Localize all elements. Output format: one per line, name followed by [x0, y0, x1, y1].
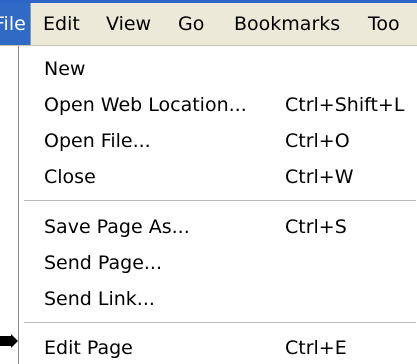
menu-go-label: Go — [178, 13, 205, 35]
application-window: File Edit View Go Bookmarks Too New Open… — [0, 0, 417, 364]
menu-separator — [24, 322, 416, 323]
menu-item-label: New — [44, 58, 86, 80]
menu-item-label: Save Page As... — [44, 216, 190, 238]
menu-item-label: Open File... — [44, 130, 151, 152]
menu-item-send-page[interactable]: Send Page... — [19, 245, 417, 281]
menu-bar: File Edit View Go Bookmarks Too — [0, 3, 417, 46]
menu-bookmarks[interactable]: Bookmarks — [234, 3, 340, 45]
menu-item-shortcut: Ctrl+W — [285, 166, 354, 188]
menu-item-shortcut: Ctrl+S — [285, 216, 347, 238]
menu-separator — [24, 200, 416, 201]
menu-item-label: Edit Page — [44, 337, 133, 359]
menu-file-label: File — [0, 13, 26, 35]
menu-bookmarks-label: Bookmarks — [234, 13, 341, 35]
file-menu-dropdown: New Open Web Location... Ctrl+Shift+L Op… — [18, 46, 417, 364]
menu-item-send-link[interactable]: Send Link... — [19, 281, 417, 317]
menu-item-open-file[interactable]: Open File... Ctrl+O — [19, 123, 417, 159]
menu-item-close[interactable]: Close Ctrl+W — [19, 159, 417, 195]
menu-item-save-page-as[interactable]: Save Page As... Ctrl+S — [19, 209, 417, 245]
menu-item-label: Open Web Location... — [44, 94, 247, 116]
menu-view[interactable]: View — [106, 3, 151, 45]
menu-item-label: Send Link... — [44, 288, 155, 310]
menu-item-edit-page[interactable]: Edit Page Ctrl+E — [19, 330, 417, 364]
menu-tools[interactable]: Too — [368, 3, 400, 45]
menu-tools-label: Too — [368, 13, 400, 35]
menu-item-label: Send Page... — [44, 252, 163, 274]
arrow-icon — [0, 334, 18, 348]
menu-item-open-web-location[interactable]: Open Web Location... Ctrl+Shift+L — [19, 87, 417, 123]
menu-file[interactable]: File — [0, 3, 31, 45]
menu-item-shortcut: Ctrl+Shift+L — [285, 94, 405, 116]
menu-item-new[interactable]: New — [19, 51, 417, 87]
menu-go[interactable]: Go — [178, 3, 204, 45]
menu-view-label: View — [106, 13, 152, 35]
menu-item-shortcut: Ctrl+E — [285, 337, 347, 359]
menu-edit-label: Edit — [43, 13, 80, 35]
menu-edit[interactable]: Edit — [43, 3, 80, 45]
menu-item-shortcut: Ctrl+O — [285, 130, 350, 152]
menu-item-label: Close — [44, 166, 96, 188]
